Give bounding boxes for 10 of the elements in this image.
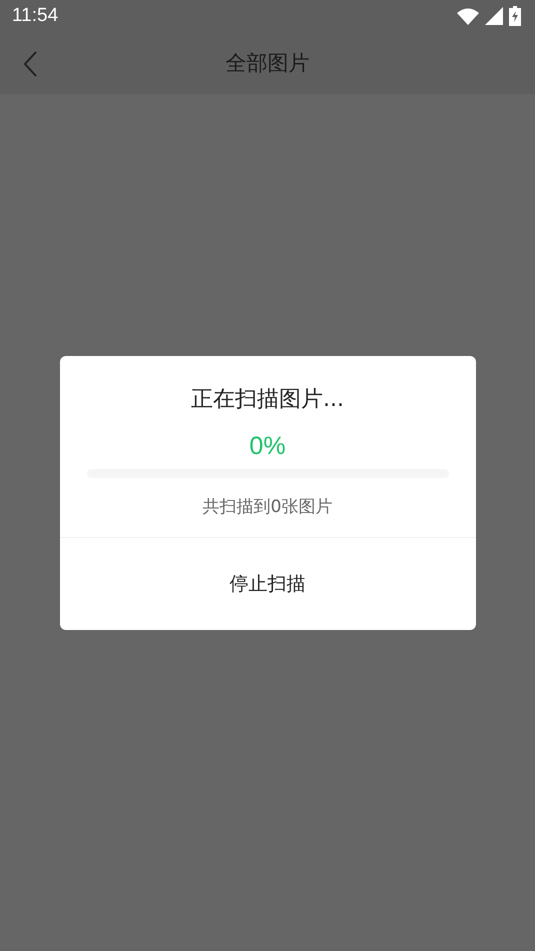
progress-percent: 0% bbox=[249, 432, 286, 461]
battery-charging-icon bbox=[509, 6, 521, 26]
wifi-icon bbox=[457, 8, 479, 24]
scan-count: 共扫描到0张图片 bbox=[202, 496, 332, 518]
status-time: 11:54 bbox=[12, 5, 58, 27]
stop-scan-button[interactable]: 停止扫描 bbox=[60, 538, 476, 630]
signal-icon bbox=[485, 7, 503, 25]
dialog-title: 正在扫描图片... bbox=[191, 386, 344, 414]
header-title: 全部图片 bbox=[226, 50, 310, 77]
back-icon bbox=[23, 51, 37, 77]
